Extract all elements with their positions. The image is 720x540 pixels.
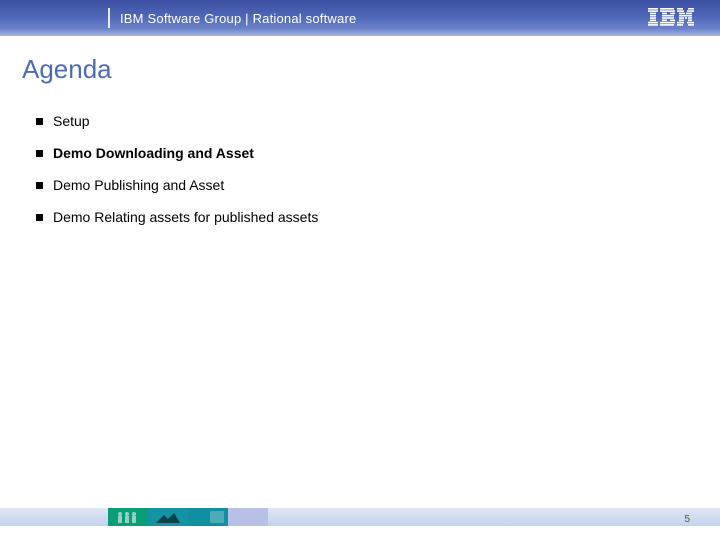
list-item-label: Demo Publishing and Asset — [53, 177, 224, 193]
hikers-icon — [154, 510, 182, 524]
strip-spacer — [0, 508, 108, 526]
header-divider — [108, 8, 110, 28]
bullet-icon — [36, 182, 43, 189]
bullet-icon — [36, 150, 43, 157]
agenda-list: Setup Demo Downloading and Asset Demo Pu… — [36, 113, 694, 225]
ibm-logo-icon — [648, 8, 694, 26]
list-item-label: Demo Relating assets for published asset… — [53, 209, 318, 225]
list-item-label: Demo Downloading and Asset — [53, 145, 254, 161]
people-icon — [114, 510, 142, 524]
list-item-label: Setup — [53, 113, 90, 129]
strip-tile — [228, 508, 268, 526]
footer-strip — [0, 508, 720, 526]
list-item: Demo Downloading and Asset — [36, 145, 694, 161]
list-item: Demo Relating assets for published asset… — [36, 209, 694, 225]
header-bar: IBM Software Group | Rational software — [0, 0, 720, 36]
page-number: 5 — [684, 514, 690, 525]
bullet-icon — [36, 214, 43, 221]
footer: 5 — [0, 506, 720, 540]
list-item: Setup — [36, 113, 694, 129]
strip-spacer — [268, 508, 720, 526]
strip-tile — [108, 508, 148, 526]
slide-body: Agenda Setup Demo Downloading and Asset … — [0, 36, 720, 506]
list-item: Demo Publishing and Asset — [36, 177, 694, 193]
slide-title: Agenda — [22, 54, 694, 85]
slide: IBM Software Group | Rational software — [0, 0, 720, 540]
bullet-icon — [36, 118, 43, 125]
header-title: IBM Software Group | Rational software — [120, 11, 356, 26]
strip-tile — [148, 508, 188, 526]
strip-tile — [188, 508, 228, 526]
